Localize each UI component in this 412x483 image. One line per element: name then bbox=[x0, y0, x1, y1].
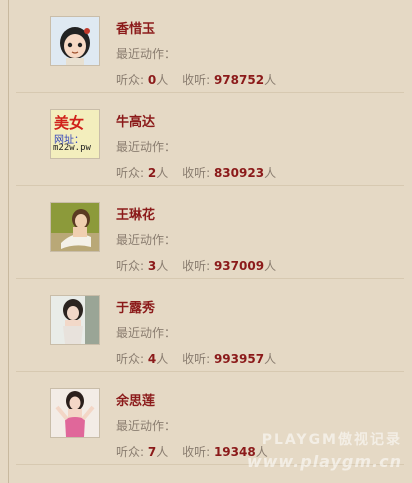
recent-action-label: 最近动作： bbox=[116, 326, 177, 340]
watermark-title: PLAYGM傲视记录 bbox=[261, 432, 402, 448]
listeners-label: 听众: bbox=[116, 352, 145, 366]
user-stats: 听众: 0人 收听: 978752人 bbox=[116, 71, 276, 88]
list-item: 美女 网址： m22w.pw 牛高达 最近动作： 听众: 2人 收听: 8309… bbox=[16, 93, 404, 186]
listeners-count: 7 bbox=[147, 445, 157, 459]
following-count: 978752 bbox=[213, 73, 265, 87]
ad-title-text: 美女 bbox=[54, 114, 85, 132]
user-list: 香惜玉 最近动作： 听众: 0人 收听: 978752人 美女 网址： m22w… bbox=[0, 0, 412, 465]
user-stats: 听众: 2人 收听: 830923人 bbox=[116, 164, 276, 181]
listeners-label: 听众: bbox=[116, 259, 145, 273]
user-stats: 听众: 4人 收听: 993957人 bbox=[116, 350, 276, 367]
listeners-unit: 人 bbox=[156, 352, 169, 366]
watermark-url: www.playgm.cn bbox=[246, 452, 402, 471]
ad-url-text: m22w.pw bbox=[53, 143, 91, 153]
listeners-label: 听众: bbox=[116, 73, 145, 87]
recent-action-label: 最近动作： bbox=[116, 140, 177, 154]
listeners-unit: 人 bbox=[156, 445, 169, 459]
photo-avatar-icon[interactable] bbox=[50, 202, 100, 252]
user-stats: 听众: 7人 收听: 19348人 bbox=[116, 443, 268, 460]
following-label: 收听: bbox=[182, 445, 211, 459]
following-label: 收听: bbox=[182, 166, 211, 180]
user-name[interactable]: 余思莲 bbox=[116, 390, 155, 409]
user-name[interactable]: 王琳花 bbox=[116, 204, 155, 223]
user-name[interactable]: 香惜玉 bbox=[116, 18, 155, 37]
list-item: 香惜玉 最近动作： 听众: 0人 收听: 978752人 bbox=[16, 0, 404, 93]
recent-action-label: 最近动作： bbox=[116, 233, 177, 247]
following-label: 收听: bbox=[182, 259, 211, 273]
following-count: 937009 bbox=[213, 259, 265, 273]
listeners-count: 0 bbox=[147, 73, 157, 87]
listeners-unit: 人 bbox=[156, 166, 169, 180]
following-unit: 人 bbox=[264, 166, 277, 180]
listeners-unit: 人 bbox=[156, 259, 169, 273]
listeners-count: 3 bbox=[147, 259, 157, 273]
listeners-count: 2 bbox=[147, 166, 157, 180]
user-name[interactable]: 于露秀 bbox=[116, 297, 155, 316]
following-label: 收听: bbox=[182, 73, 211, 87]
photo-avatar-icon[interactable] bbox=[50, 388, 100, 438]
listeners-label: 听众: bbox=[116, 166, 145, 180]
listeners-count: 4 bbox=[147, 352, 157, 366]
listeners-label: 听众: bbox=[116, 445, 145, 459]
user-name[interactable]: 牛高达 bbox=[116, 111, 155, 130]
photo-avatar-icon[interactable] bbox=[50, 295, 100, 345]
ad-banner-avatar-icon[interactable]: 美女 网址： m22w.pw bbox=[50, 109, 100, 159]
following-count: 993957 bbox=[213, 352, 265, 366]
following-unit: 人 bbox=[264, 352, 277, 366]
following-count: 830923 bbox=[213, 166, 265, 180]
user-stats: 听众: 3人 收听: 937009人 bbox=[116, 257, 276, 274]
listeners-unit: 人 bbox=[156, 73, 169, 87]
list-item: 王琳花 最近动作： 听众: 3人 收听: 937009人 bbox=[16, 186, 404, 279]
recent-action-label: 最近动作： bbox=[116, 47, 177, 61]
following-unit: 人 bbox=[264, 73, 277, 87]
list-item: 于露秀 最近动作： 听众: 4人 收听: 993957人 bbox=[16, 279, 404, 372]
following-unit: 人 bbox=[264, 259, 277, 273]
recent-action-label: 最近动作： bbox=[116, 419, 177, 433]
following-label: 收听: bbox=[182, 352, 211, 366]
cartoon-girl-avatar-icon[interactable] bbox=[50, 16, 100, 66]
